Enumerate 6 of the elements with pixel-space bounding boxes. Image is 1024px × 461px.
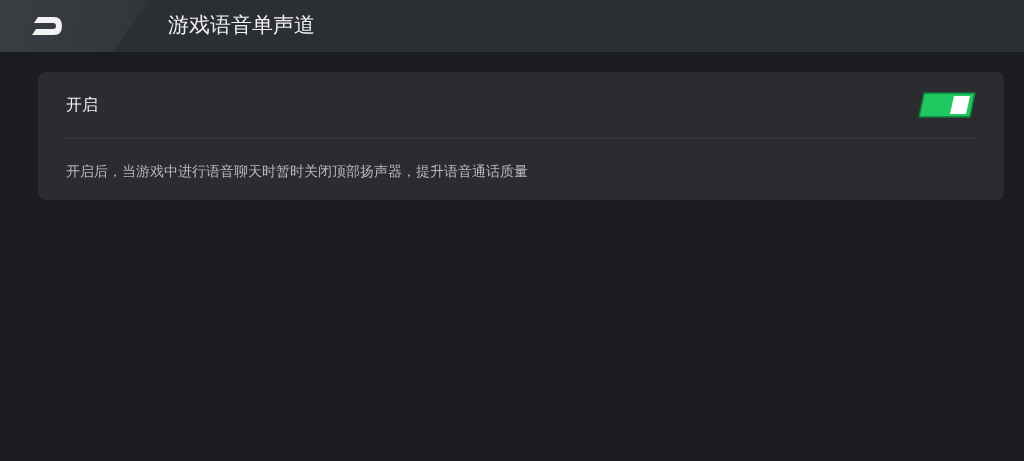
page-title: 游戏语音单声道 <box>168 12 315 40</box>
setting-description: 开启后，当游戏中进行语音聊天时暂时关闭顶部扬声器，提升语音通话质量 <box>66 162 529 181</box>
back-button[interactable] <box>0 0 150 52</box>
back-icon <box>30 16 64 36</box>
setting-label: 开启 <box>66 94 98 116</box>
toggle-switch[interactable] <box>918 92 976 118</box>
